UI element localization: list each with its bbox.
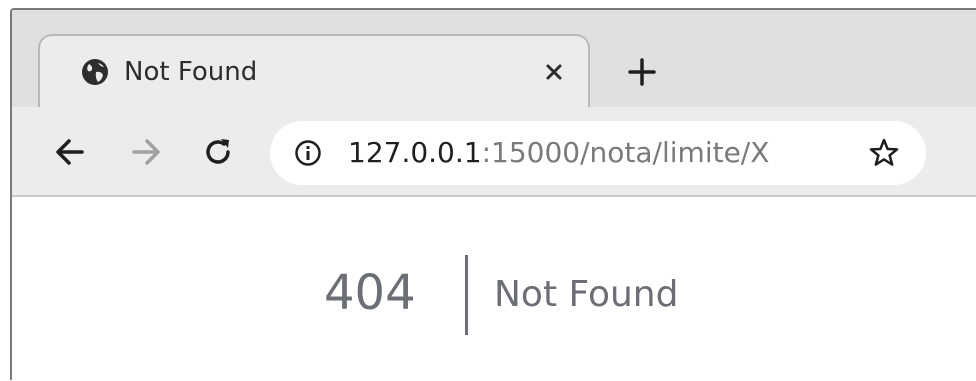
error-message: Not Found — [494, 274, 679, 315]
url-host: 127.0.0.1 — [348, 136, 482, 169]
address-bar[interactable]: 127.0.0.1:15000/nota/limite/X — [270, 121, 926, 185]
globe-icon — [82, 59, 108, 85]
star-icon[interactable] — [868, 137, 900, 169]
close-icon[interactable] — [540, 58, 568, 86]
error-code: 404 — [324, 265, 416, 321]
navigation-toolbar: 127.0.0.1:15000/nota/limite/X — [12, 107, 976, 197]
plus-icon[interactable] — [626, 56, 658, 88]
arrow-left-icon[interactable] — [52, 134, 88, 170]
info-icon[interactable] — [294, 139, 322, 167]
tab-not-found[interactable]: Not Found — [38, 34, 590, 114]
page-content: 404 Not Found — [12, 197, 976, 380]
tab-strip: Not Found — [12, 10, 976, 114]
url-path: :15000/nota/limite/X — [481, 136, 770, 169]
url-text[interactable]: 127.0.0.1:15000/nota/limite/X — [348, 135, 769, 171]
arrow-right-icon[interactable] — [128, 134, 164, 170]
reload-icon[interactable] — [200, 134, 236, 170]
browser-window: Not Found 127.0.0.1:15000/nota/limite/X … — [10, 8, 976, 380]
tab-title: Not Found — [124, 57, 258, 87]
error-divider — [465, 255, 468, 335]
